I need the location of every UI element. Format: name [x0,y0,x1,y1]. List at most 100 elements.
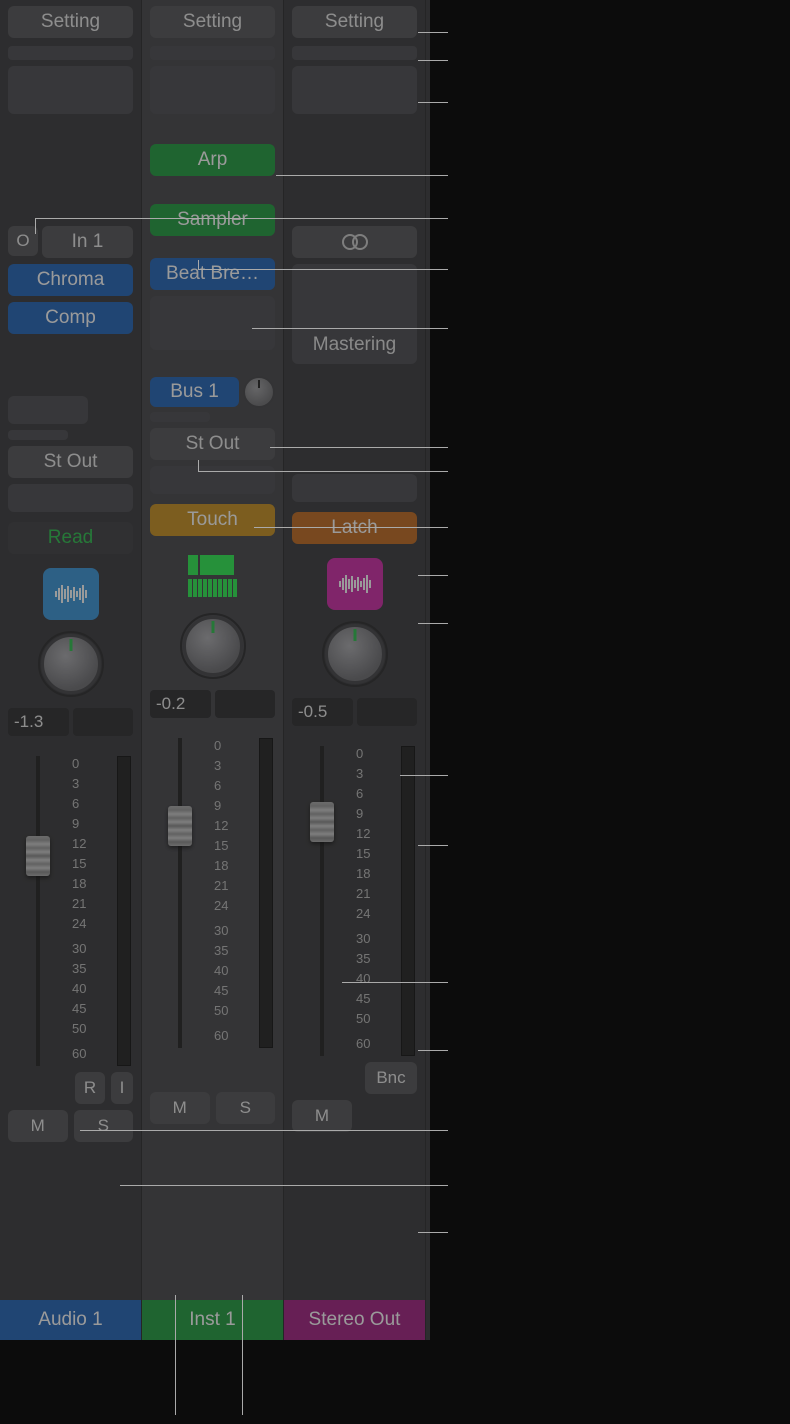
pan-knob[interactable] [183,616,243,676]
track-icon-inst[interactable] [185,550,241,602]
mastering-slot[interactable]: Mastering [292,264,417,364]
fader-region: 036 91215 182124 303540 455060 [292,746,417,1056]
callout-line [418,575,448,576]
callout-line [80,1130,448,1131]
bounce-button[interactable]: Bnc [365,1062,417,1094]
mute-button[interactable]: M [8,1110,68,1142]
setting-button[interactable]: Setting [8,6,133,38]
callout-line [418,1050,448,1051]
gain-slot[interactable] [292,46,417,60]
gain-slot[interactable] [150,46,275,60]
eq-thumbnail[interactable] [8,66,133,114]
peak-display[interactable] [215,690,276,718]
track-icon-master[interactable] [327,558,383,610]
volume-display[interactable]: -0.5 [292,698,353,726]
callout-line [270,447,448,448]
solo-button[interactable]: S [216,1092,276,1124]
input-slot-stereo[interactable] [292,226,417,258]
setting-button[interactable]: Setting [292,6,417,38]
meter-scale: 036 91215 182124 303540 455060 [214,738,240,1048]
mute-button[interactable]: M [292,1100,352,1132]
track-name[interactable]: Stereo Out [284,1300,425,1340]
gain-slot[interactable] [8,46,133,60]
channel-strip-audio: Setting O In 1 Chroma Comp St Out Read [0,0,142,1340]
plugin-slot-beatbreaker[interactable]: Beat Bre… [150,258,275,290]
callout-line [418,623,448,624]
fader-region: 036 91215 182124 303540 455060 [8,756,133,1066]
callout-line [342,982,448,983]
pan-knob[interactable] [41,634,101,694]
setting-button[interactable]: Setting [150,6,275,38]
group-slot[interactable] [8,484,133,512]
midi-fx-slot[interactable]: Arp [150,144,275,176]
fader-slot [36,756,40,1066]
level-meter [401,746,415,1056]
group-slot[interactable] [292,474,417,502]
send-slot-empty[interactable] [150,412,210,422]
track-name[interactable]: Audio 1 [0,1300,141,1340]
callout-line [252,328,448,329]
plugin-slot-empty[interactable] [150,296,275,350]
callout-line [418,60,448,61]
volume-display[interactable]: -1.3 [8,708,69,736]
waveform-icon [338,574,372,594]
send-level-knob[interactable] [243,376,275,408]
callout-line [35,218,448,219]
channel-strip-inst: Setting Arp Sampler Beat Bre… Bus 1 St O… [142,0,284,1340]
automation-mode[interactable]: Touch [150,504,275,536]
output-slot[interactable]: St Out [8,446,133,478]
volume-fader[interactable] [26,836,50,876]
plugin-slot-comp[interactable]: Comp [8,302,133,334]
automation-mode[interactable]: Read [8,522,133,554]
send-slot-empty[interactable] [8,396,88,424]
callout-line [198,471,448,472]
callout-line [254,527,448,528]
instrument-slot[interactable]: Sampler [150,204,275,236]
input-slot[interactable]: In 1 [42,226,133,258]
plugin-slot-chroma[interactable]: Chroma [8,264,133,296]
callout-line [120,1185,448,1186]
callout-vline [198,260,199,269]
callout-line [418,845,448,846]
fader-scale [8,756,26,1066]
callout-line [418,1232,448,1233]
input-format-button[interactable]: O [8,226,38,256]
callout-vline [35,218,36,234]
track-name[interactable]: Inst 1 [142,1300,283,1340]
instrument-icon [188,555,238,597]
level-meter [259,738,273,1048]
volume-fader[interactable] [310,802,334,842]
callout-vline [198,460,199,471]
solo-button[interactable]: S [74,1110,134,1142]
meter-scale: 036 91215 182124 303540 455060 [356,746,382,1056]
eq-thumbnail[interactable] [292,66,417,114]
callout-vline [242,1295,243,1415]
callout-line [400,775,448,776]
callout-vline [175,1295,176,1415]
mute-button[interactable]: M [150,1092,210,1124]
channel-strip-master: Setting Mastering Latch -0.5 [284,0,426,1340]
peak-display[interactable] [73,708,134,736]
track-icon-audio[interactable] [43,568,99,620]
callout-line [418,102,448,103]
callout-line [276,175,448,176]
meter-scale: 036 91215 182124 303540 455060 [72,756,98,1066]
automation-mode[interactable]: Latch [292,512,417,544]
stereo-icon [342,234,368,250]
input-monitor-button[interactable]: I [111,1072,133,1104]
balance-knob[interactable] [325,624,385,684]
eq-thumbnail[interactable] [150,66,275,114]
volume-fader[interactable] [168,806,192,846]
fader-region: 036 91215 182124 303540 455060 [150,738,275,1048]
send-slot-bus1[interactable]: Bus 1 [150,377,239,407]
volume-display[interactable]: -0.2 [150,690,211,718]
callout-line [198,269,448,270]
send-slot-empty-2[interactable] [8,430,68,440]
level-meter [117,756,131,1066]
output-slot[interactable]: St Out [150,428,275,460]
callout-line [418,32,448,33]
peak-display[interactable] [357,698,418,726]
mixer-panel: Setting O In 1 Chroma Comp St Out Read [0,0,430,1340]
waveform-icon [54,584,88,604]
record-enable-button[interactable]: R [75,1072,105,1104]
